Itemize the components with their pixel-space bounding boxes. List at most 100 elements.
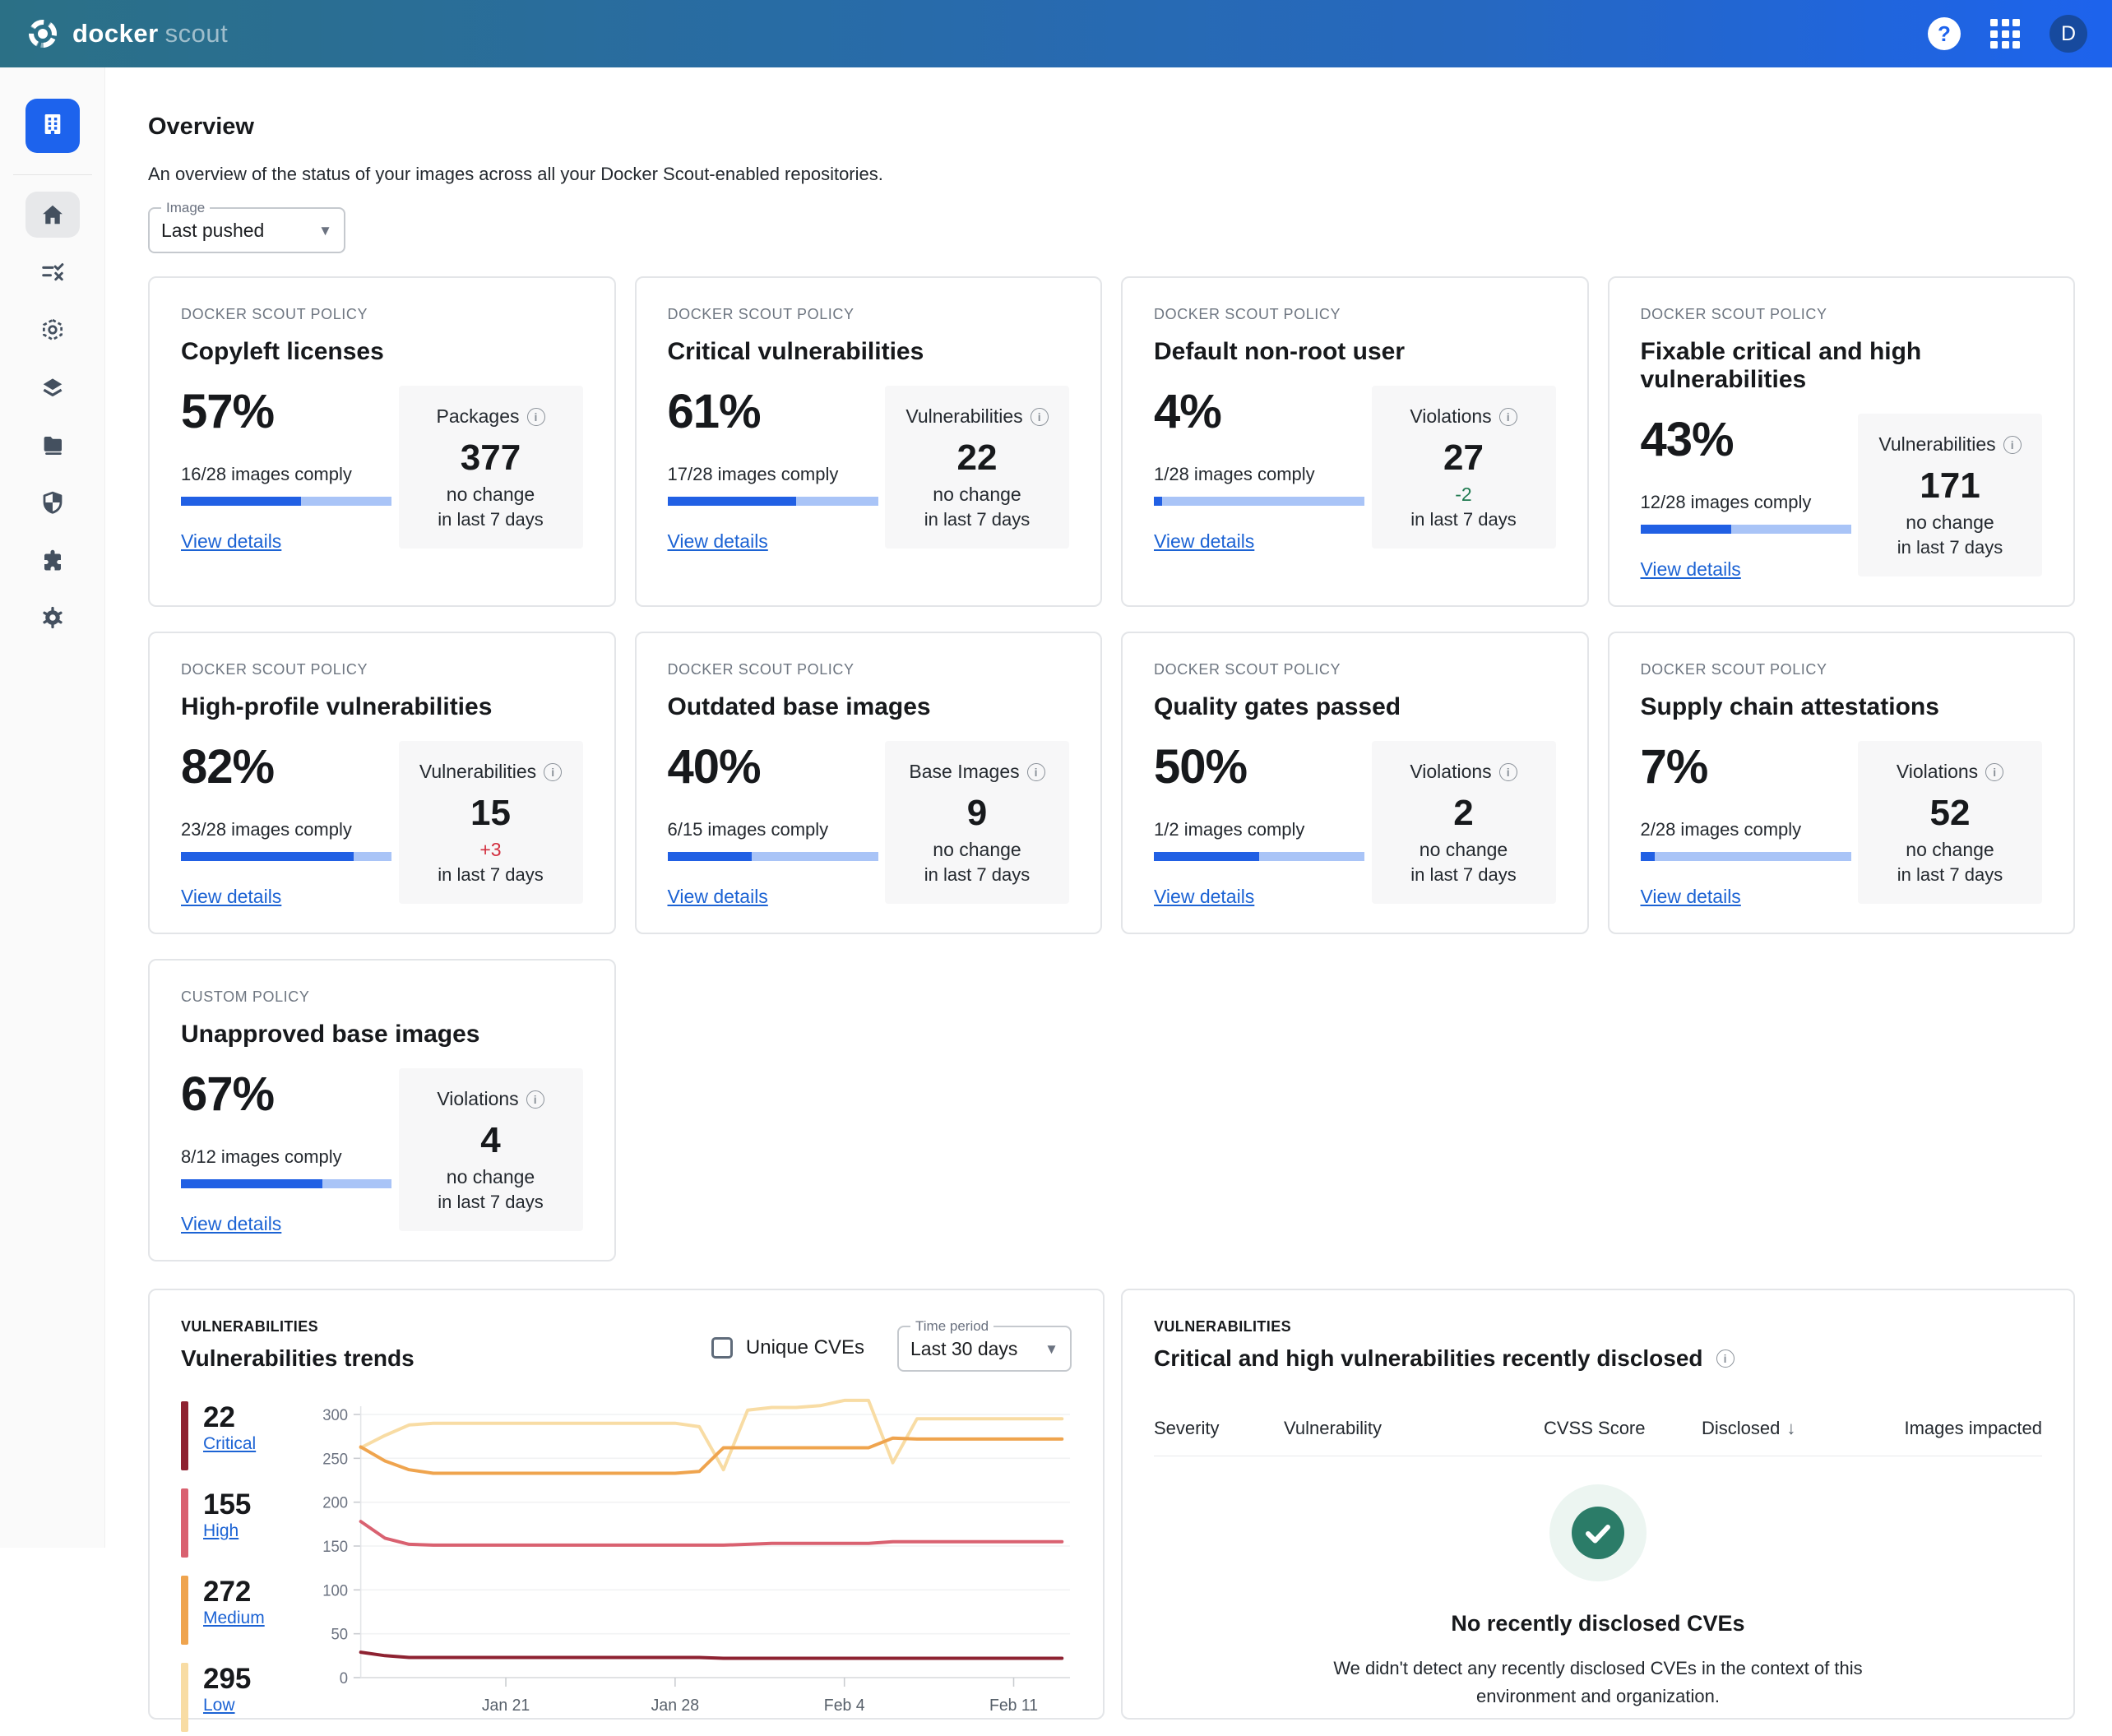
view-details-link[interactable]: View details [1154,530,1369,553]
policy-card-unapproved-base-images: CUSTOM POLICY Unapproved base images 67%… [148,959,616,1261]
policy-card-default-non-root-user: DOCKER SCOUT POLICY Default non-root use… [1121,276,1589,607]
legend-swatch-critical [181,1401,188,1470]
policy-card-outdated-base-images: DOCKER SCOUT POLICY Outdated base images… [635,632,1103,934]
comply-text: 17/28 images comply [668,464,883,485]
view-details-link[interactable]: View details [1154,886,1369,908]
info-icon[interactable]: i [527,408,545,426]
info-icon[interactable]: i [526,1090,544,1109]
sidebar-item-layers[interactable] [25,364,80,410]
info-icon[interactable]: i [1027,763,1045,781]
time-period-select[interactable]: Time period Last 30 days ▼ [897,1318,1072,1372]
help-icon[interactable]: ? [1928,17,1961,50]
sidebar [0,67,105,1548]
org-switcher-button[interactable] [25,99,80,153]
progress-bar [668,497,878,506]
info-icon[interactable]: i [1716,1349,1735,1368]
stat-box: Violationsi 2 no change in last 7 days [1372,741,1556,904]
svg-text:50: 50 [331,1625,348,1642]
view-details-link[interactable]: View details [1641,558,1856,581]
trends-eyebrow: VULNERABILITIES [181,1318,415,1336]
column-cvss-score[interactable]: CVSS Score [1544,1418,1702,1439]
sidebar-item-policies[interactable] [25,249,80,295]
policy-card-fixable-critical-high: DOCKER SCOUT POLICY Fixable critical and… [1608,276,2076,607]
legend-link-low[interactable]: Low [203,1696,235,1715]
info-icon[interactable]: i [1985,763,2003,781]
progress-bar [181,852,391,861]
stat-value: 9 [895,793,1059,834]
card-eyebrow: DOCKER SCOUT POLICY [668,306,1070,323]
column-images-impacted[interactable]: Images impacted [1904,1418,2042,1439]
app-grid-icon[interactable] [1990,19,2020,49]
main-content: Overview An overview of the status of yo… [105,67,2112,1720]
sidebar-item-images[interactable] [25,307,80,353]
view-details-link[interactable]: View details [668,530,883,553]
unique-cves-label: Unique CVEs [746,1336,864,1359]
legend-link-high[interactable]: High [203,1521,239,1540]
sidebar-item-overview[interactable] [25,192,80,238]
info-icon[interactable]: i [1499,763,1517,781]
progress-fill [668,852,752,861]
stat-label: Violations [1410,405,1491,428]
svg-text:Jan 21: Jan 21 [482,1697,530,1715]
info-icon[interactable]: i [544,763,562,781]
info-icon[interactable]: i [1031,408,1049,426]
legend-item-critical: 22 Critical [181,1401,319,1470]
view-details-link[interactable]: View details [668,886,883,908]
svg-text:Jan 28: Jan 28 [651,1697,699,1715]
column-severity[interactable]: Severity [1154,1418,1284,1439]
topbar-actions: ? D [1928,15,2087,53]
stat-value: 15 [409,793,573,834]
policy-card-high-profile-vulnerabilities: DOCKER SCOUT POLICY High-profile vulnera… [148,632,616,934]
column-disclosed[interactable]: Disclosed ↓ [1702,1418,1795,1439]
stat-delta: no change [1868,839,2032,861]
legend-count: 295 [203,1663,251,1696]
avatar[interactable]: D [2049,15,2087,53]
stat-value: 377 [409,437,573,479]
card-title: Outdated base images [668,693,1070,721]
stat-delta: no change [409,1166,573,1188]
column-vulnerability[interactable]: Vulnerability [1284,1418,1544,1439]
stat-box: Vulnerabilitiesi 22 no change in last 7 … [885,386,1069,549]
view-details-link[interactable]: View details [1641,886,1856,908]
progress-fill [1154,852,1259,861]
image-select[interactable]: Image Last pushed ▼ [148,200,345,253]
column-disclosed-label: Disclosed [1702,1418,1780,1439]
view-details-link[interactable]: View details [181,530,396,553]
stat-box: Vulnerabilitiesi 15 +3 in last 7 days [399,741,583,904]
docker-scout-logo-icon [25,16,61,52]
stat-value: 27 [1382,437,1546,479]
compliance-percent: 43% [1641,412,1856,467]
sort-desc-icon: ↓ [1786,1418,1795,1439]
svg-text:100: 100 [322,1581,348,1599]
stat-box: Violationsi 4 no change in last 7 days [399,1068,583,1231]
unique-cves-checkbox-group[interactable]: Unique CVEs [711,1336,864,1359]
sidebar-item-integrations[interactable] [25,537,80,583]
svg-text:0: 0 [340,1669,348,1687]
sidebar-item-repositories[interactable] [25,422,80,468]
unique-cves-checkbox[interactable] [711,1337,733,1359]
stat-period: in last 7 days [895,864,1059,886]
chevron-down-icon: ▼ [318,223,332,239]
comply-text: 8/12 images comply [181,1146,396,1168]
card-title: Quality gates passed [1154,693,1556,721]
docker-scout-logo[interactable]: dockerscout [25,16,228,52]
stat-period: in last 7 days [1382,509,1546,530]
check-circle-icon [1572,1507,1624,1559]
view-details-link[interactable]: View details [181,1213,396,1235]
info-icon[interactable]: i [2003,436,2022,454]
view-details-link[interactable]: View details [181,886,396,908]
stat-box: Vulnerabilitiesi 171 no change in last 7… [1858,414,2042,576]
stat-delta: no change [895,484,1059,506]
legend-link-medium[interactable]: Medium [203,1609,265,1627]
legend-link-critical[interactable]: Critical [203,1434,256,1453]
progress-bar [181,1179,391,1188]
legend-count: 155 [203,1488,251,1521]
brand-scout: scout [165,19,229,48]
sidebar-item-vulnerabilities[interactable] [25,479,80,525]
card-title: Fixable critical and high vulnerabilitie… [1641,338,2043,394]
home-icon [40,202,65,227]
sidebar-item-settings[interactable] [25,595,80,641]
info-icon[interactable]: i [1499,408,1517,426]
stat-label: Packages [436,405,519,428]
stat-delta: -2 [1382,484,1546,506]
